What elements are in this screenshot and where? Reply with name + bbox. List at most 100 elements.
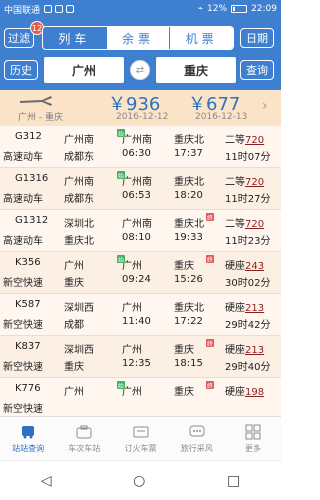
terminal-station: 成都东 [64,152,94,163]
grid-icon [245,424,261,440]
table-row[interactable]: K837 新空快速 深圳西 重庆 广州 12:35 重庆 18:15 29时40分 硬座213 终 [0,336,281,378]
tab-travel[interactable]: 旅行采风 [169,417,225,460]
status-right: ⌁ 12% 22:09 [198,4,277,14]
seat-count: 720 [245,135,265,146]
start-station-badge: 始 [117,255,125,264]
seat-count: 198 [245,387,265,398]
status-bar: 中国联通 ⌁ 12% 22:09 [0,0,281,18]
flight-price-bar[interactable]: 广州 - 重庆 ￥936 2016-12-12 ￥677 2016-12-13 … [0,90,281,126]
carrier: 中国联通 [4,5,41,16]
train-list: G312 高速动车 广州南 成都东 广州南 06:30 重庆北 17:37 11时07分 二等72… [0,126,281,416]
ticket-icon [133,426,148,438]
train-number: G312 [15,131,42,142]
chat-icon [189,425,205,437]
departure-time: 06:30 [122,148,151,159]
arrival-time: 17:37 [174,148,203,159]
seat-class: 硬座 [225,345,245,356]
train-type: 高速动车 [3,152,43,163]
end-station-badge: 终 [206,213,214,222]
departure-station: 深圳北 [64,219,94,230]
from-city-field[interactable]: 广州 [44,57,124,83]
boarding-station: 广州 [122,387,142,398]
seat-class: 硬座 [225,261,245,272]
departure-time: 12:35 [122,358,151,369]
arrival-station: 重庆北 [174,177,204,188]
seat-price: 硬座213 [225,299,264,314]
filter-button[interactable]: 过滤 [4,28,34,48]
train-type: 新空快速 [3,362,43,373]
tab-flight[interactable]: 机票 [170,27,233,49]
recent-apps-icon[interactable]: □ [227,473,240,489]
terminal-station: 成都东 [64,194,94,205]
train-number: G1316 [15,173,49,184]
tab-ticket[interactable]: 余票 [106,27,171,49]
train-type: 高速动车 [3,236,43,247]
train-icon [22,426,35,439]
boarding-station: 广州南 [122,135,152,146]
seat-count: 720 [245,177,265,188]
arrival-station: 重庆北 [174,303,204,314]
table-row[interactable]: K776 新空快速 广州 广州 重庆 硬座198 始 终 [0,378,281,416]
app: 中国联通 ⌁ 12% 22:09 过滤 12 列车 余票 机票 日期 历史 广州… [0,0,281,500]
departure-time: 06:53 [122,190,151,201]
departure-station: 深圳西 [64,303,94,314]
end-station-badge: 终 [206,255,214,264]
battery-icon [231,5,248,13]
history-button[interactable]: 历史 [4,60,38,80]
clock: 22:09 [251,4,277,14]
train-number: K776 [15,383,41,394]
mode-tabs: 列车 余票 机票 [42,26,234,50]
wifi-icon: ⌁ [197,4,204,14]
seat-class: 硬座 [225,387,245,398]
arrival-time: 18:20 [174,190,203,201]
arrival-station: 重庆 [174,345,194,356]
seat-count: 213 [245,303,265,314]
route-label: 广州 - 重庆 [18,113,63,123]
system-navbar: ◁ ○ □ [0,460,281,500]
battery-level: 12% [207,4,228,14]
train-number: K837 [15,341,41,352]
seat-price: 硬座198 [225,383,264,398]
home-icon[interactable]: ○ [133,473,145,489]
tab-more[interactable]: 更多 [225,417,281,460]
tab-station-query[interactable]: 站站查询 [0,417,56,460]
table-row[interactable]: K356 新空快速 广州 重庆 广州 09:24 重庆 15:26 30时02分 硬座243 始终 [0,252,281,294]
boarding-station: 广州南 [122,177,152,188]
departure-station: 广州南 [64,177,94,188]
seat-price: 硬座213 [225,341,264,356]
date-button[interactable]: 日期 [240,28,274,48]
terminal-station: 重庆北 [64,236,94,247]
back-icon[interactable]: ◁ [41,473,52,489]
terminal-station: 重庆 [64,362,84,373]
table-row[interactable]: G1312 高速动车 深圳北 重庆北 广州南 08:10 重庆北 19:33 11时23分 二等7… [0,210,281,252]
query-button[interactable]: 查询 [240,60,274,80]
price-date-1: 2016-12-12 [116,112,169,122]
tab-train-station[interactable]: 车次车站 [56,417,112,460]
train-number: G1312 [15,215,49,226]
departure-time: 09:24 [122,274,151,285]
seat-price: 硬座243 [225,257,264,272]
arrival-station: 重庆北 [174,135,204,146]
to-city-field[interactable]: 重庆 [156,57,236,83]
seat-price: 二等720 [225,215,264,230]
arrival-time: 19:33 [174,232,203,243]
seat-price: 二等720 [225,131,264,146]
price-date-2: 2016-12-13 [195,112,248,122]
table-row[interactable]: G1316 高速动车 广州南 成都东 广州南 06:53 重庆北 18:20 11时27分 二等7… [0,168,281,210]
train-type: 新空快速 [3,404,43,415]
tab-train[interactable]: 列车 [43,27,107,49]
duration: 30时02分 [225,278,271,289]
boarding-station: 广州 [122,345,142,356]
boarding-station: 广州 [122,303,142,314]
duration: 11时07分 [225,152,271,163]
train-type: 新空快速 [3,278,43,289]
departure-station: 广州 [64,387,84,398]
seat-class: 二等 [225,219,245,230]
arrival-time: 17:22 [174,316,203,327]
table-row[interactable]: G312 高速动车 广州南 成都东 广州南 06:30 重庆北 17:37 11时07分 二等72… [0,126,281,168]
table-row[interactable]: K587 新空快速 深圳西 成都 广州 11:40 重庆北 17:22 29时42分 硬座213 [0,294,281,336]
swap-button[interactable]: ⇄ [130,60,150,80]
tab-buy-ticket[interactable]: 订火车票 [112,417,168,460]
seat-class: 二等 [225,177,245,188]
train-number: K587 [15,299,41,310]
